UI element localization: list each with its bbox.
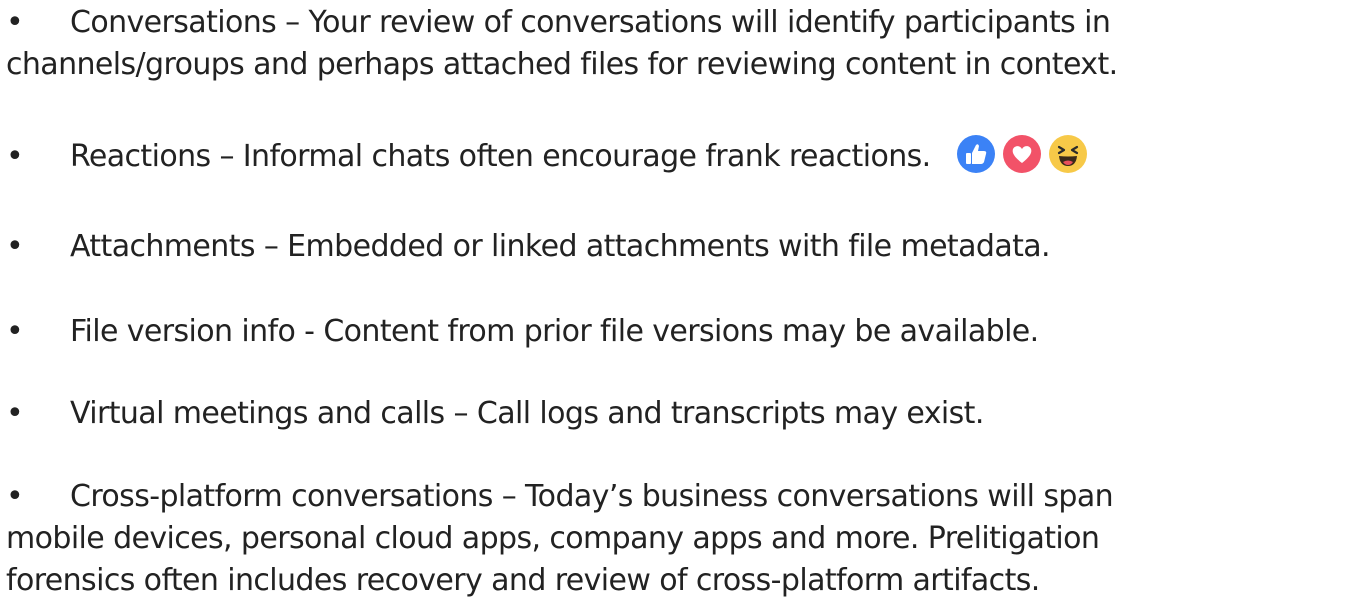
bullet-item-cross-platform: • Cross-platform conversations – Today’s … — [6, 476, 1340, 602]
bullet-line-continued: channels/groups and perhaps attached fil… — [6, 47, 1118, 82]
bullet-line-continued: mobile devices, personal cloud apps, com… — [6, 521, 1100, 556]
reaction-icons — [956, 134, 1087, 173]
bullet-line: • Reactions – Informal chats often encour… — [6, 134, 1340, 178]
bullet-line: • Cross-platform conversations – Today’s … — [6, 476, 1340, 518]
bullet-marker: • — [6, 229, 24, 264]
bullet-line-continued: forensics often includes recovery and re… — [6, 563, 1040, 598]
bullet-marker: • — [6, 396, 24, 431]
bullet-line: • Attachments – Embedded or linked attach… — [6, 226, 1340, 268]
bullet-marker: • — [6, 479, 24, 514]
like-icon — [956, 134, 995, 173]
bullet-line: • Virtual meetings and calls – Call logs … — [6, 393, 1340, 435]
bullet-item-conversations: • Conversations – Your review of conversa… — [6, 2, 1340, 86]
heart-icon — [1002, 134, 1041, 173]
bullet-marker: • — [6, 314, 24, 349]
bullet-item-reactions: • Reactions – Informal chats often encour… — [6, 134, 1340, 178]
bullet-line: • File version info - Content from prior … — [6, 311, 1340, 353]
bullet-item-virtual-meetings: • Virtual meetings and calls – Call logs … — [6, 393, 1340, 435]
bullet-line: • Conversations – Your review of conversa… — [6, 2, 1340, 44]
slide: • Conversations – Your review of conversa… — [0, 0, 1346, 615]
bullet-marker: • — [6, 139, 24, 174]
bullet-item-file-version-info: • File version info - Content from prior … — [6, 311, 1340, 353]
bullet-marker: • — [6, 5, 24, 40]
laughing-emoji-icon — [1048, 134, 1087, 173]
bullet-item-attachments: • Attachments – Embedded or linked attach… — [6, 226, 1340, 268]
